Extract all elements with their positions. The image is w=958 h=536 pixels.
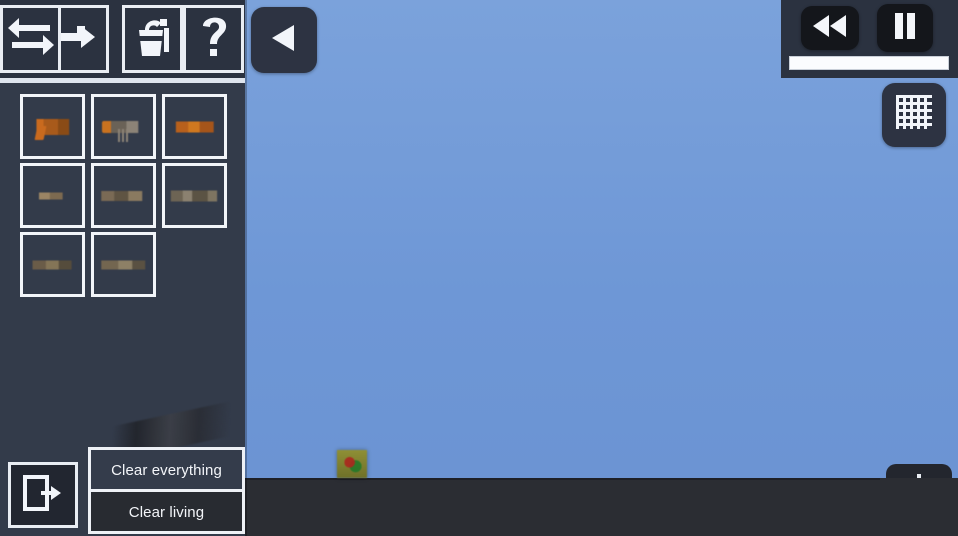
- weapon-slot-pistol[interactable]: [20, 94, 85, 159]
- assault-rifle-sprite: [168, 190, 221, 201]
- arrow-right-bar-icon: [61, 22, 99, 57]
- swap-tool-button[interactable]: [0, 1, 61, 77]
- triangle-left-icon: [267, 21, 301, 60]
- pause-button[interactable]: [877, 4, 933, 52]
- clear-panel: Clear everything Clear living: [88, 447, 245, 534]
- marksman-rifle-sprite: [29, 260, 76, 269]
- timeline-slider[interactable]: [789, 56, 949, 70]
- carbine-sprite: [35, 192, 70, 199]
- help-tool-button[interactable]: [183, 1, 244, 77]
- game-window: Clear everything Clear living: [0, 0, 958, 536]
- weapon-slot-carbine[interactable]: [20, 163, 85, 228]
- spawned-object[interactable]: [337, 450, 367, 478]
- grid-toggle-button[interactable]: [882, 83, 946, 147]
- push-tool-button[interactable]: [61, 1, 122, 77]
- rewind-icon: [811, 13, 849, 44]
- question-mark-icon: [197, 13, 231, 66]
- weapon-slot-shotgun[interactable]: [162, 94, 227, 159]
- back-button[interactable]: [251, 7, 317, 73]
- weapon-sidebar: Clear everything Clear living: [0, 0, 245, 536]
- weapon-slot-assault[interactable]: [162, 163, 227, 228]
- weapon-slot-smg[interactable]: [91, 94, 156, 159]
- swap-arrows-icon: [5, 14, 57, 65]
- ground-occluder: [880, 478, 958, 536]
- paint-tool-button[interactable]: [122, 1, 183, 77]
- weapon-item-grid: [20, 94, 240, 297]
- pistol-sprite: [32, 118, 73, 135]
- exit-door-icon: [21, 473, 65, 518]
- clear-living-button[interactable]: Clear living: [91, 492, 242, 531]
- sniper-rifle-sprite: [98, 260, 149, 269]
- clear-everything-button[interactable]: Clear everything: [91, 450, 242, 489]
- weapon-slot-marksman[interactable]: [20, 232, 85, 297]
- rewind-button[interactable]: [801, 6, 859, 50]
- weapon-slot-sniper[interactable]: [91, 232, 156, 297]
- rifle-sprite: [98, 190, 149, 201]
- shotgun-sprite: [172, 121, 217, 132]
- tool-toolbar: [0, 0, 245, 78]
- exit-button[interactable]: [8, 462, 78, 528]
- grid-icon: [893, 92, 935, 139]
- toolbar-divider: [0, 78, 245, 83]
- weapon-slot-rifle[interactable]: [91, 163, 156, 228]
- pause-icon: [892, 11, 918, 46]
- paint-bucket-icon: [131, 14, 175, 65]
- smg-sprite: [101, 120, 146, 142]
- playback-controls: [781, 0, 958, 78]
